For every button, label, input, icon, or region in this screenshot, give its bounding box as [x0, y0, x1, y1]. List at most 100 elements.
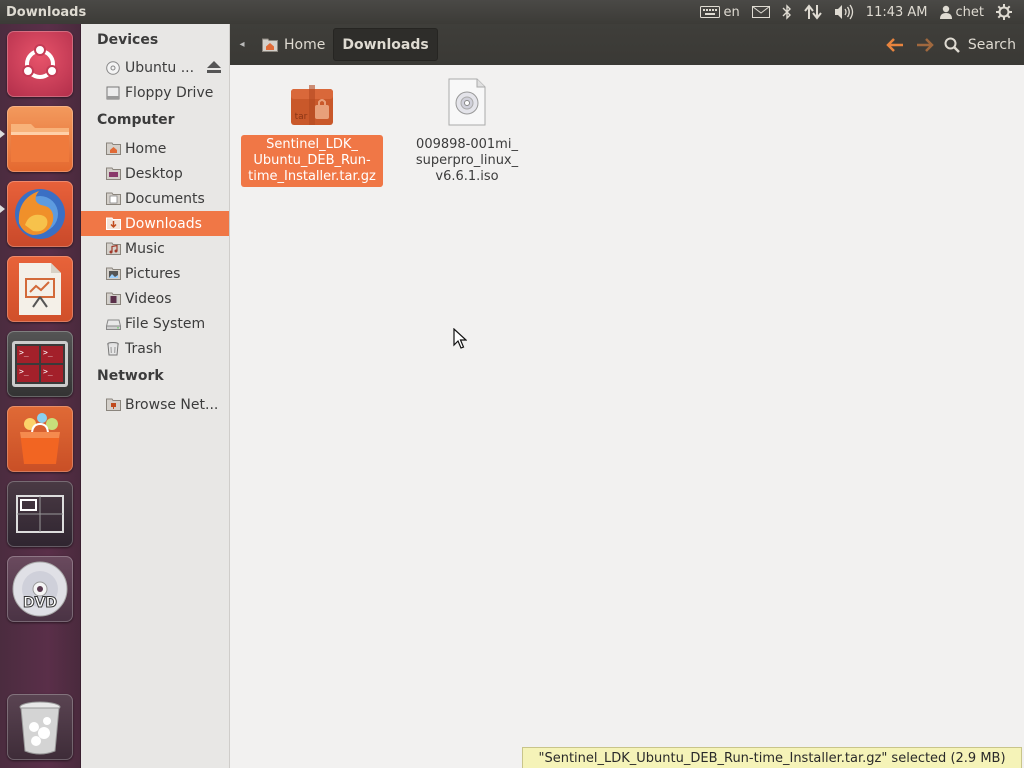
- search-button[interactable]: Search: [940, 28, 1024, 61]
- window-title: Downloads: [6, 4, 87, 20]
- dvd-icon: DVD: [12, 561, 68, 617]
- downloads-folder-icon: [105, 216, 121, 232]
- mouse-pointer-icon: [453, 327, 468, 354]
- svg-text:>_: >_: [43, 348, 53, 357]
- launcher-trash[interactable]: [7, 694, 73, 760]
- sidebar-item-home[interactable]: Home: [81, 136, 229, 161]
- disc-icon: [105, 60, 121, 76]
- file-name: Sentinel_LDK_ Ubuntu_DEB_Run- time_Insta…: [241, 135, 383, 187]
- sidebar-item-label: Trash: [125, 340, 162, 357]
- desktop-folder-icon: [105, 166, 121, 182]
- sidebar-header-devices: Devices: [97, 32, 159, 48]
- sidebar-item-label: Downloads: [125, 215, 202, 232]
- sidebar-header-network: Network: [97, 368, 164, 384]
- sidebar-item-floppy-drive[interactable]: Floppy Drive: [81, 80, 229, 105]
- file-item-tar-archive[interactable]: tar Sentinel_LDK_ Ubuntu_DEB_Run- time_I…: [241, 79, 383, 187]
- sidebar-item-label: Desktop: [125, 165, 183, 182]
- status-bar: "Sentinel_LDK_Ubuntu_DEB_Run-time_Instal…: [522, 747, 1022, 768]
- workspace-icon: [16, 495, 64, 533]
- videos-folder-icon: [105, 291, 121, 307]
- speaker-icon: [834, 4, 853, 20]
- tar-icon-label: tar: [295, 112, 308, 122]
- sidebar-item-downloads[interactable]: Downloads: [81, 211, 229, 236]
- forward-button[interactable]: [910, 28, 940, 61]
- firefox-icon: [15, 189, 65, 239]
- harddisk-icon: [105, 316, 121, 332]
- keyboard-layout-label: en: [723, 4, 740, 20]
- launcher: >_ >_ >_ >_ DVD: [0, 24, 81, 768]
- network-folder-icon: [105, 397, 121, 413]
- presentation-icon: [19, 263, 61, 315]
- back-button[interactable]: [880, 28, 910, 61]
- breadcrumb-scroll-left-icon[interactable]: ◂: [230, 24, 254, 65]
- sidebar-header-computer: Computer: [97, 112, 175, 128]
- sidebar-item-label: File System: [125, 315, 206, 332]
- launcher-terminal[interactable]: >_ >_ >_ >_: [7, 331, 73, 397]
- sidebar-item-trash[interactable]: Trash: [81, 336, 229, 361]
- launcher-running-pip: [0, 205, 5, 213]
- launcher-running-pip: [0, 130, 5, 138]
- network-indicator[interactable]: [798, 0, 828, 24]
- sidebar-item-label: Ubuntu ...: [125, 59, 195, 76]
- sidebar-item-label: Browse Net...: [125, 396, 219, 413]
- sidebar-item-ubuntu-disc[interactable]: Ubuntu ...: [81, 55, 229, 80]
- arrow-right-icon: [916, 37, 934, 52]
- file-item-iso[interactable]: 009898-001mi_ superpro_linux_ v6.6.1.iso: [396, 73, 538, 187]
- breadcrumb-label: Downloads: [342, 36, 429, 53]
- sidebar-item-browse-network[interactable]: Browse Net...: [81, 392, 229, 417]
- launcher-files[interactable]: [7, 106, 73, 172]
- launcher-firefox[interactable]: [7, 181, 73, 247]
- home-folder-icon: [105, 141, 121, 157]
- clock[interactable]: 11:43 AM: [860, 0, 934, 24]
- sidebar-item-desktop[interactable]: Desktop: [81, 161, 229, 186]
- launcher-libreoffice-impress[interactable]: [7, 256, 73, 322]
- breadcrumb-label: Home: [284, 36, 326, 53]
- places-sidebar: Devices Ubuntu ... Floppy Drive Computer…: [81, 24, 230, 768]
- sidebar-item-label: Documents: [125, 190, 205, 207]
- launcher-dvd[interactable]: DVD: [7, 556, 73, 622]
- sidebar-item-label: Videos: [125, 290, 172, 307]
- trash-icon: [105, 341, 121, 357]
- ubuntu-logo-icon: [22, 44, 58, 79]
- keyboard-indicator[interactable]: en: [694, 0, 746, 24]
- keyboard-icon: [699, 6, 720, 18]
- user-name: chet: [955, 4, 984, 20]
- shopping-bag-icon: [20, 413, 60, 464]
- eject-icon[interactable]: [207, 61, 221, 77]
- toolbar: ◂ Home Downloads Search: [230, 24, 1024, 65]
- gear-icon: [996, 4, 1012, 20]
- navigation-buttons: Search: [880, 28, 1024, 61]
- svg-text:>_: >_: [19, 367, 29, 376]
- tar-archive-icon: tar: [288, 79, 336, 131]
- launcher-software-center[interactable]: [7, 406, 73, 472]
- svg-text:>_: >_: [19, 348, 29, 357]
- sidebar-item-videos[interactable]: Videos: [81, 286, 229, 311]
- launcher-dash-home[interactable]: [7, 31, 73, 97]
- breadcrumb-home[interactable]: Home: [254, 28, 333, 61]
- sidebar-item-music[interactable]: Music: [81, 236, 229, 261]
- sidebar-item-label: Home: [125, 140, 167, 157]
- indicator-area: en 11:43 AM chet: [694, 0, 1024, 24]
- launcher-workspace-switcher[interactable]: [7, 481, 73, 547]
- sidebar-item-label: Floppy Drive: [125, 84, 214, 101]
- music-folder-icon: [105, 241, 121, 257]
- user-indicator[interactable]: chet: [934, 0, 990, 24]
- search-label: Search: [967, 36, 1016, 53]
- home-folder-icon: [262, 38, 278, 52]
- documents-folder-icon: [105, 191, 121, 207]
- messaging-indicator[interactable]: [746, 0, 776, 24]
- sound-indicator[interactable]: [828, 0, 860, 24]
- session-indicator[interactable]: [990, 0, 1018, 24]
- bluetooth-indicator[interactable]: [776, 0, 798, 24]
- sidebar-item-file-system[interactable]: File System: [81, 311, 229, 336]
- search-icon: [944, 37, 960, 53]
- file-name: 009898-001mi_ superpro_linux_ v6.6.1.iso: [415, 137, 519, 184]
- sidebar-item-documents[interactable]: Documents: [81, 186, 229, 211]
- sidebar-item-pictures[interactable]: Pictures: [81, 261, 229, 286]
- arrow-left-icon: [886, 37, 903, 52]
- file-view[interactable]: tar Sentinel_LDK_ Ubuntu_DEB_Run- time_I…: [231, 65, 1024, 768]
- breadcrumb-downloads[interactable]: Downloads: [333, 28, 438, 61]
- svg-text:DVD: DVD: [23, 595, 57, 611]
- sidebar-item-label: Pictures: [125, 265, 181, 282]
- floppy-icon: [105, 85, 121, 101]
